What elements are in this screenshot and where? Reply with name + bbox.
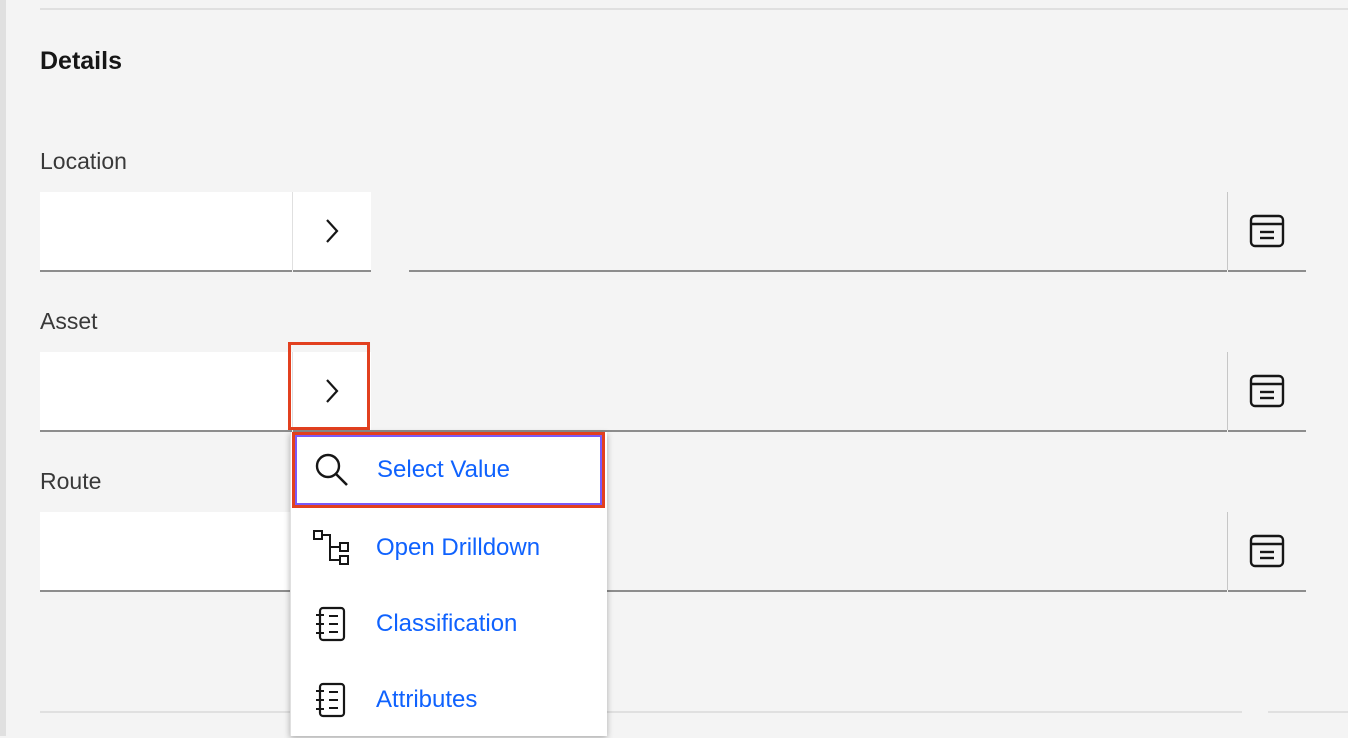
archive-icon [1249, 534, 1285, 568]
menu-item-label: Open Drilldown [376, 534, 541, 561]
hierarchy-icon [311, 528, 351, 568]
route-input[interactable] [40, 512, 292, 592]
location-input[interactable] [40, 192, 292, 272]
list-book-icon [311, 604, 351, 644]
chevron-right-icon [326, 219, 339, 243]
search-icon [312, 450, 352, 490]
section-title: Details [40, 47, 122, 75]
route-label: Route [40, 468, 102, 494]
asset-menu-highlight [288, 342, 370, 430]
asset-details-button[interactable] [1227, 352, 1306, 432]
left-border [0, 0, 6, 736]
location-description [409, 192, 1227, 272]
menu-item-label: Classification [376, 610, 518, 637]
location-menu-button[interactable] [292, 192, 371, 272]
route-details-button[interactable] [1227, 512, 1306, 592]
archive-icon [1249, 374, 1285, 408]
bottom-divider [40, 711, 290, 713]
archive-icon [1249, 214, 1285, 248]
asset-input[interactable] [40, 352, 292, 432]
asset-description [371, 352, 1227, 432]
list-book-icon [311, 680, 351, 720]
menu-item-label: Select Value [377, 456, 510, 483]
menu-item-label: Attributes [376, 686, 478, 713]
asset-label: Asset [40, 308, 98, 334]
menu-item-classification[interactable]: Classification [291, 586, 607, 662]
location-details-button[interactable] [1227, 192, 1306, 272]
top-divider [40, 8, 1348, 10]
bottom-divider [1268, 711, 1348, 713]
asset-context-menu: Select Value Open Drilldown Classificati… [290, 432, 607, 736]
menu-item-select-value[interactable]: Select Value [292, 432, 605, 508]
bottom-divider [606, 711, 1242, 713]
menu-item-open-drilldown[interactable]: Open Drilldown [291, 510, 607, 586]
location-label: Location [40, 148, 127, 174]
menu-item-attributes[interactable]: Attributes [291, 662, 607, 738]
